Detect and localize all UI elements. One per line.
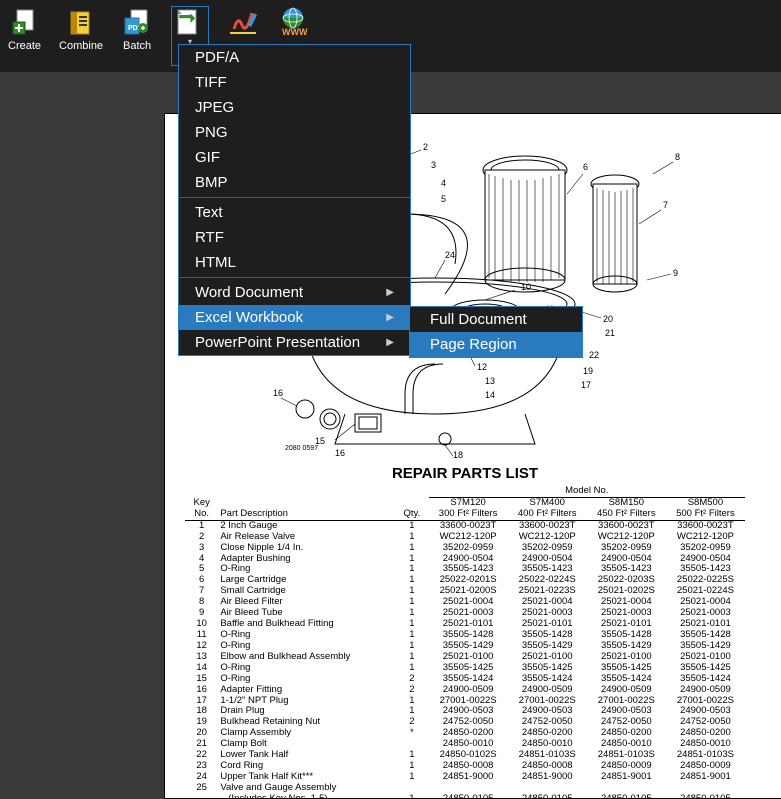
- globe-icon: WWW: [277, 6, 309, 38]
- col-desc: Part Description: [218, 509, 395, 520]
- svg-text:5: 5: [441, 194, 446, 204]
- svg-text:8: 8: [675, 152, 680, 162]
- diagram-footnote: 2080 0597: [285, 445, 318, 452]
- svg-text:18: 18: [453, 450, 463, 459]
- menu-item-bmp[interactable]: BMP: [179, 170, 410, 195]
- svg-text:17: 17: [581, 380, 591, 390]
- svg-text:24: 24: [445, 250, 455, 260]
- export-icon: [174, 7, 206, 39]
- create-icon: [9, 6, 41, 38]
- table-row: 3Close Nipple 1/4 In.135202-095935202-09…: [185, 543, 745, 554]
- menu-item-tiff[interactable]: TIFF: [179, 70, 410, 95]
- svg-text:16: 16: [335, 448, 345, 458]
- combine-label: Combine: [59, 40, 103, 52]
- model-header: Model No.: [429, 486, 745, 497]
- menu-item-jpeg[interactable]: JPEG: [179, 95, 410, 120]
- table-row: 2Air Release Valve1WC212-120PWC212-120PW…: [185, 532, 745, 543]
- menu-item-gif[interactable]: GIF: [179, 145, 410, 170]
- menu-item-word-document[interactable]: Word Document▶: [179, 280, 410, 305]
- export-menu: PDF/ATIFFJPEGPNGGIFBMP TextRTFHTML Word Do…: [178, 44, 411, 356]
- menu-item-powerpoint-presentation[interactable]: PowerPoint Presentation▶: [179, 330, 410, 355]
- svg-text:2: 2: [423, 142, 428, 152]
- batch-button[interactable]: PDF Batch: [121, 6, 153, 66]
- svg-text:WWW: WWW: [282, 27, 308, 37]
- parts-table: Model No.KeyS7M120S7M400S8M150S8M500No.P…: [185, 486, 745, 799]
- export-submenu: Full DocumentPage Region: [409, 306, 583, 358]
- col-qty: Qty.: [395, 509, 428, 520]
- menu-item-pdf-a[interactable]: PDF/A: [179, 45, 410, 70]
- table-row: 12 Inch Gauge133600-0023T33600-0023T3360…: [185, 520, 745, 531]
- submenu-arrow-icon: ▶: [386, 337, 394, 348]
- menu-item-text[interactable]: Text: [179, 200, 410, 225]
- sign-icon: [227, 6, 259, 38]
- parts-title: REPAIR PARTS LIST: [185, 465, 745, 482]
- submenu-arrow-icon: ▶: [386, 287, 394, 298]
- svg-text:21: 21: [605, 328, 615, 338]
- submenu-item-full-document[interactable]: Full Document: [410, 307, 582, 332]
- svg-text:16: 16: [273, 388, 283, 398]
- create-button[interactable]: Create: [8, 6, 41, 66]
- svg-text:12: 12: [477, 362, 487, 372]
- svg-text:22: 22: [589, 350, 599, 360]
- menu-item-png[interactable]: PNG: [179, 120, 410, 145]
- batch-label: Batch: [123, 40, 151, 52]
- combine-button[interactable]: Combine: [59, 6, 103, 66]
- submenu-item-page-region[interactable]: Page Region: [410, 332, 582, 357]
- table-row: 15O-Ring235505-142435505-142435505-14243…: [185, 674, 745, 685]
- menu-item-html[interactable]: HTML: [179, 250, 410, 275]
- svg-text:13: 13: [485, 376, 495, 386]
- combine-icon: [65, 6, 97, 38]
- submenu-arrow-icon: ▶: [386, 312, 394, 323]
- table-row: 16Adapter Fitting224900-050924900-050924…: [185, 685, 745, 696]
- menu-item-excel-workbook[interactable]: Excel Workbook▶: [179, 305, 410, 330]
- batch-icon: PDF: [121, 6, 153, 38]
- svg-text:4: 4: [441, 178, 446, 188]
- svg-text:3: 3: [431, 160, 436, 170]
- svg-text:7: 7: [663, 200, 668, 210]
- svg-text:19: 19: [583, 366, 593, 376]
- svg-text:20: 20: [603, 314, 613, 324]
- parts-list: REPAIR PARTS LIST Model No.KeyS7M120S7M4…: [185, 459, 745, 799]
- svg-text:6: 6: [583, 162, 588, 172]
- create-label: Create: [8, 40, 41, 52]
- svg-text:14: 14: [485, 390, 495, 400]
- menu-item-rtf[interactable]: RTF: [179, 225, 410, 250]
- svg-text:9: 9: [673, 268, 678, 278]
- table-row: (Includes Key Nos. 1-5)124850-010524850-…: [185, 794, 745, 799]
- svg-text:10: 10: [521, 282, 531, 292]
